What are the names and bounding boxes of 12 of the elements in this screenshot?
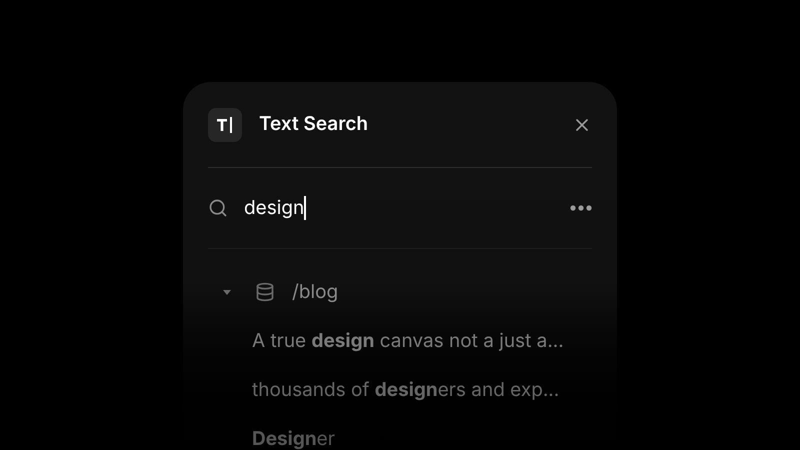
result-snippet[interactable]: thousands of designers and exp... [252, 376, 560, 405]
database-icon [255, 282, 275, 302]
dialog-title: Text Search [259, 111, 368, 138]
result-snippet[interactable]: Designer [252, 425, 335, 450]
caret-icon[interactable] [223, 290, 231, 294]
search-icon [208, 198, 228, 218]
folder-label[interactable]: /blog [292, 278, 338, 306]
more-icon [570, 205, 592, 211]
more-button[interactable] [570, 205, 592, 211]
result-snippet[interactable]: A true design canvas not a just a... [252, 327, 564, 356]
text-cursor-icon [208, 108, 242, 142]
search-field[interactable]: design [244, 194, 306, 222]
